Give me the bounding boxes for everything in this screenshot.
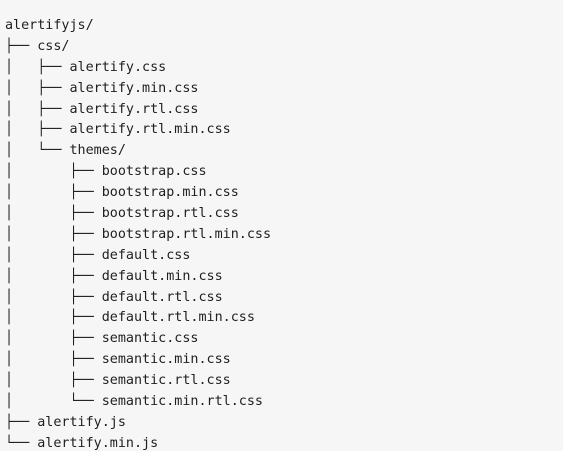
tree-branch: │ └── xyxy=(5,394,102,410)
tree-branch: │ ├── xyxy=(5,352,102,368)
file-name: alertify.min.js xyxy=(37,435,159,451)
file-name: bootstrap.min.css xyxy=(101,185,239,201)
tree-branch: │ ├── xyxy=(5,331,102,347)
tree-line: │ ├── alertify.rtl.min.css xyxy=(5,120,271,141)
file-name: alertify.rtl.css xyxy=(69,101,199,117)
folder-name: alertifyjs/ xyxy=(5,18,94,33)
directory-tree: alertifyjs/├── css/│ ├── alertify.css │ ├… xyxy=(5,16,271,455)
tree-branch: │ ├── xyxy=(5,101,70,117)
tree-line: │ ├── default.rtl.min.css xyxy=(5,308,271,329)
tree-line: └── alertify.min.js xyxy=(5,434,271,455)
tree-line: ├── alertify.js xyxy=(5,413,271,434)
file-name: default.rtl.css xyxy=(101,289,223,305)
tree-line: │ ├── bootstrap.rtl.css xyxy=(5,204,271,225)
file-name: bootstrap.css xyxy=(101,164,207,180)
tree-branch: │ ├── xyxy=(5,59,70,75)
tree-branch: │ ├── xyxy=(5,164,102,180)
tree-line: │ ├── bootstrap.css xyxy=(5,162,271,183)
tree-branch: └── xyxy=(5,435,38,451)
file-name: bootstrap.rtl.css xyxy=(101,206,239,222)
tree-branch: │ ├── xyxy=(5,247,102,263)
tree-branch: │ ├── xyxy=(5,289,102,305)
tree-branch: ├── xyxy=(5,414,38,430)
folder-name: css/ xyxy=(37,38,70,54)
tree-line: ├── css/ xyxy=(5,37,271,58)
file-name: default.min.css xyxy=(101,268,223,284)
tree-line: │ ├── semantic.min.css xyxy=(5,350,271,371)
tree-branch: ├── xyxy=(5,38,38,54)
tree-branch: │ ├── xyxy=(5,310,102,326)
folder-name: themes/ xyxy=(69,143,126,159)
tree-line: │ ├── alertify.css xyxy=(5,58,271,79)
file-name: semantic.rtl.css xyxy=(101,373,231,389)
tree-line: │ ├── bootstrap.min.css xyxy=(5,183,271,204)
file-name: bootstrap.rtl.min.css xyxy=(101,226,272,242)
tree-branch: │ ├── xyxy=(5,226,102,242)
tree-line: │ ├── default.min.css xyxy=(5,267,271,288)
tree-branch: │ ├── xyxy=(5,268,102,284)
tree-line: │ ├── semantic.rtl.css xyxy=(5,371,271,392)
tree-branch: │ ├── xyxy=(5,206,102,222)
file-name: alertify.rtl.min.css xyxy=(69,122,231,138)
tree-line: │ ├── semantic.css xyxy=(5,329,271,350)
file-name: alertify.js xyxy=(37,414,126,430)
file-name: alertify.min.css xyxy=(69,80,199,96)
tree-branch: │ ├── xyxy=(5,122,70,138)
tree-line: │ └── semantic.min.rtl.css xyxy=(5,392,271,413)
tree-line: │ ├── bootstrap.rtl.min.css xyxy=(5,225,271,246)
tree-branch: │ ├── xyxy=(5,185,102,201)
code-block: alertifyjs/├── css/│ ├── alertify.css │ ├… xyxy=(0,0,563,451)
tree-line: │ ├── default.css xyxy=(5,246,271,267)
tree-line-root: alertifyjs/ xyxy=(5,16,271,37)
tree-branch: │ ├── xyxy=(5,373,102,389)
file-name: default.rtl.min.css xyxy=(101,310,255,326)
tree-line: │ └── themes/ xyxy=(5,141,271,162)
tree-branch: │ └── xyxy=(5,143,70,159)
file-name: semantic.min.rtl.css xyxy=(101,394,263,410)
tree-line: │ ├── default.rtl.css xyxy=(5,288,271,309)
file-name: alertify.css xyxy=(69,59,167,75)
tree-branch: │ ├── xyxy=(5,80,70,96)
file-name: semantic.min.css xyxy=(101,352,231,368)
file-name: semantic.css xyxy=(101,331,199,347)
tree-line: │ ├── alertify.rtl.css xyxy=(5,100,271,121)
tree-line: │ ├── alertify.min.css xyxy=(5,79,271,100)
file-name: default.css xyxy=(101,247,191,263)
